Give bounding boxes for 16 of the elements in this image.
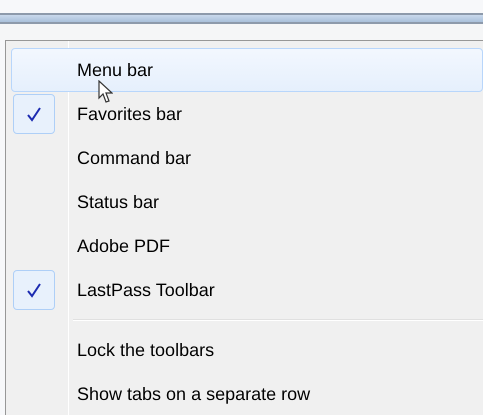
menu-item[interactable]: Show tabs on a separate row — [11, 372, 483, 415]
menu-item[interactable]: LastPass Toolbar — [11, 268, 483, 312]
menu-item-label: Status bar — [77, 190, 160, 214]
mouse-cursor-icon — [98, 80, 113, 104]
menu-item[interactable]: Lock the toolbars — [11, 328, 483, 372]
menu-item-label: Adobe PDF — [77, 234, 170, 258]
menu-item-label: Show tabs on a separate row — [77, 382, 310, 406]
menu-item-label: Menu bar — [77, 58, 154, 82]
menu-item[interactable]: Adobe PDF — [11, 224, 483, 268]
menu-item-label: Favorites bar — [77, 102, 182, 126]
menu-item[interactable]: Status bar — [11, 180, 483, 224]
menu-item-label: LastPass Toolbar — [77, 278, 215, 302]
menu-item-label: Lock the toolbars — [77, 338, 214, 362]
menu-item-label: Command bar — [77, 146, 192, 170]
menu-item[interactable]: Favorites bar — [11, 92, 483, 136]
menu-item[interactable]: Command bar — [11, 136, 483, 180]
